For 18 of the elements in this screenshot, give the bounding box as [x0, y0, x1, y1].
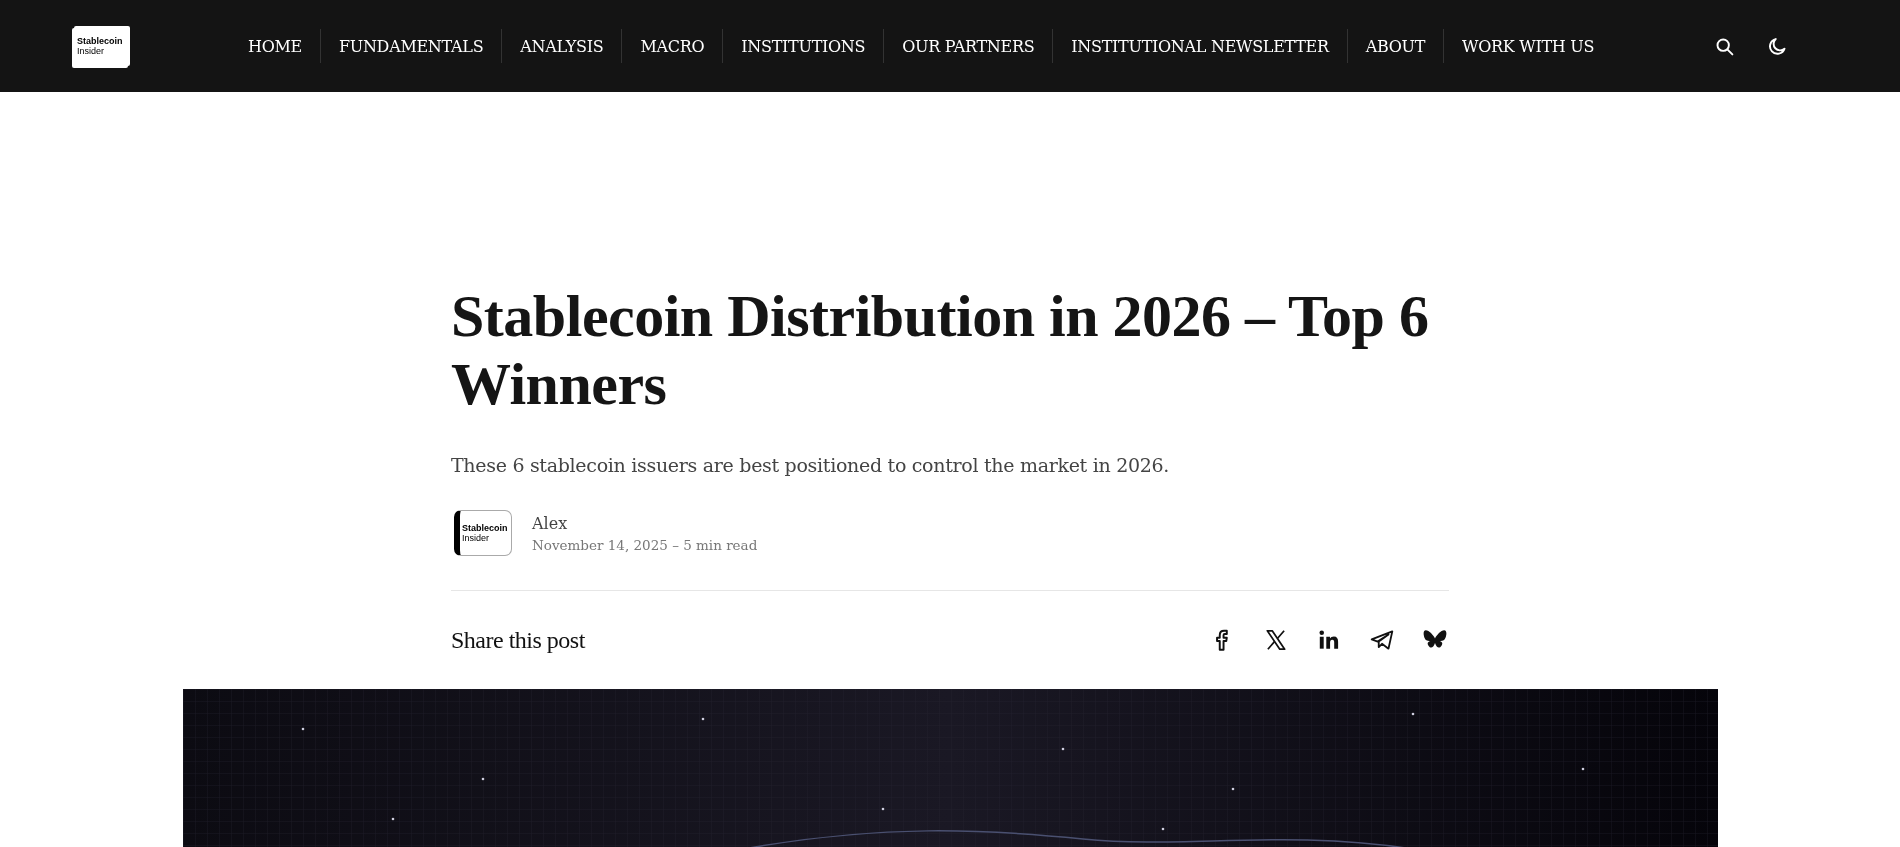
nav-link[interactable]: ABOUT: [1347, 36, 1444, 56]
nav-link[interactable]: WORK WITH US: [1444, 36, 1613, 56]
share-heading: Share this post: [451, 626, 585, 654]
moon-icon[interactable]: [1767, 35, 1788, 57]
article-subtitle: These 6 stablecoin issuers are best positioned to control the market in 2026.: [451, 454, 1171, 476]
nav-link[interactable]: INSTITUTIONS: [723, 36, 884, 56]
author-name[interactable]: Alex: [532, 513, 758, 533]
nav-link[interactable]: FUNDAMENTALS: [320, 36, 502, 56]
article-title: Stablecoin Distribution in 2026 – Top 6 Winners: [451, 282, 1430, 418]
post-meta: November 14, 2025 – 5 min read: [532, 536, 758, 553]
nav-link[interactable]: INSTITUTIONAL NEWSLETTER: [1053, 36, 1347, 56]
nav-link[interactable]: OUR PARTNERS: [884, 36, 1053, 56]
site-logo[interactable]: Stablecoin Insider: [74, 26, 130, 66]
nav-link[interactable]: MACRO: [622, 36, 723, 56]
paper-plane-icon[interactable]: [1369, 627, 1395, 653]
author-avatar[interactable]: Stablecoin Insider: [454, 510, 512, 556]
nav-link[interactable]: HOME: [230, 36, 320, 56]
nav-link[interactable]: ANALYSIS: [502, 36, 622, 56]
